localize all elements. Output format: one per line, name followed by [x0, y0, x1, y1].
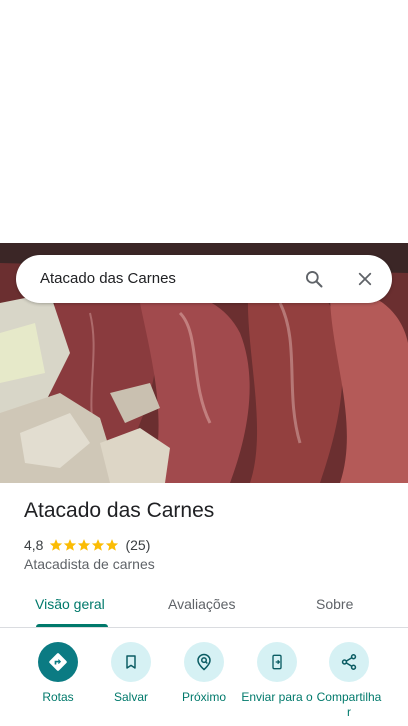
tab-reviews[interactable]: Avaliações: [168, 596, 235, 612]
tab-bar: Visão geral Avaliações Sobre: [0, 593, 408, 628]
save-button[interactable]: Salvar: [95, 642, 167, 705]
star-icon: [106, 539, 119, 551]
active-tab-indicator: [36, 624, 108, 627]
send-to-phone-button[interactable]: Enviar para o: [241, 642, 313, 705]
place-page: Atacado das Carnes Atacado das Carnes 4,…: [0, 0, 408, 726]
send-to-phone-icon: [257, 642, 297, 682]
send-to-phone-label: Enviar para o: [241, 690, 313, 704]
review-count: (25): [125, 537, 151, 553]
share-label: Compartilha r: [316, 690, 382, 719]
rating-value: 4,8: [24, 537, 44, 553]
star-icon: [92, 539, 105, 551]
rating-row[interactable]: 4,8 (25): [24, 536, 150, 554]
search-input[interactable]: Atacado das Carnes: [40, 255, 176, 303]
share-button[interactable]: Compartilha r: [313, 642, 385, 720]
place-category: Atacadista de carnes: [24, 556, 155, 572]
save-label: Salvar: [113, 690, 148, 704]
close-icon[interactable]: [353, 267, 377, 291]
nearby-icon: [184, 642, 224, 682]
search-icon[interactable]: [302, 267, 326, 291]
tab-overview[interactable]: Visão geral: [35, 596, 105, 612]
share-icon: [329, 642, 369, 682]
bookmark-icon: [111, 642, 151, 682]
search-bar[interactable]: Atacado das Carnes: [16, 255, 392, 303]
nearby-button[interactable]: Próximo: [168, 642, 240, 705]
directions-icon: [38, 642, 78, 682]
star-icon: [50, 539, 63, 551]
star-icon: [64, 539, 77, 551]
action-bar: Rotas Salvar Próximo Enviar para o Compa…: [0, 640, 408, 726]
directions-label: Rotas: [42, 690, 74, 704]
star-icon: [78, 539, 91, 551]
map-area[interactable]: [0, 0, 408, 243]
tab-about[interactable]: Sobre: [316, 596, 353, 612]
star-rating: [49, 538, 119, 552]
place-title: Atacado das Carnes: [24, 499, 215, 522]
directions-button[interactable]: Rotas: [22, 642, 94, 705]
nearby-label: Próximo: [181, 690, 226, 704]
